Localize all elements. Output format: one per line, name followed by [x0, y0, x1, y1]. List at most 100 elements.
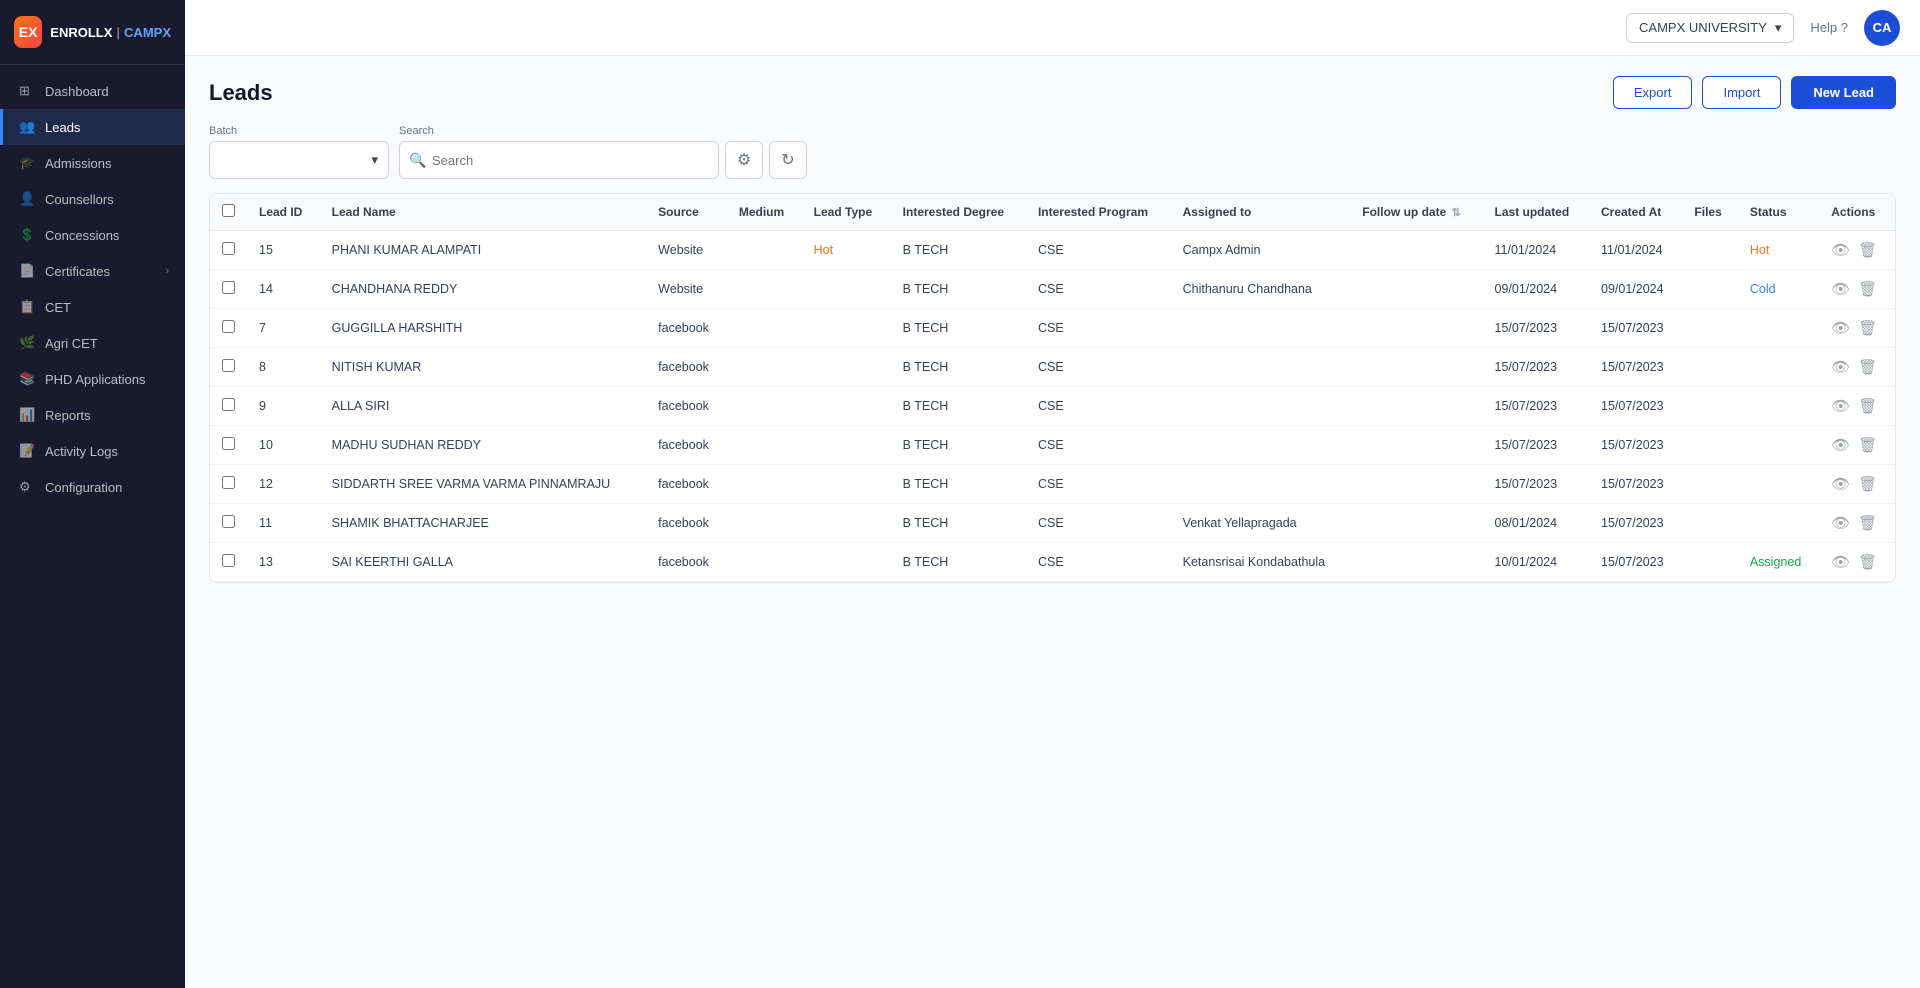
sidebar-item-phd-applications[interactable]: 📚 PHD Applications	[0, 361, 185, 397]
view-icon[interactable]: 👁	[1831, 358, 1850, 376]
action-buttons: 👁 🗑	[1831, 436, 1883, 454]
cell-actions: 👁 🗑	[1819, 504, 1895, 543]
table-row: 13 SAI KEERTHI GALLA facebook B TECH CSE…	[210, 543, 1895, 582]
sidebar-item-agri-cet[interactable]: 🌿 Agri CET	[0, 325, 185, 361]
leads-icon: 👥	[19, 119, 35, 135]
cell-lead-name: SAI KEERTHI GALLA	[320, 543, 647, 582]
search-input[interactable]	[399, 141, 719, 179]
delete-icon[interactable]: 🗑	[1858, 241, 1877, 259]
brand-name: ENROLLX	[50, 25, 112, 40]
page-title: Leads	[209, 80, 273, 106]
cell-actions: 👁 🗑	[1819, 387, 1895, 426]
delete-icon[interactable]: 🗑	[1858, 553, 1877, 571]
cell-assigned-to	[1171, 426, 1351, 465]
row-checkbox[interactable]	[222, 320, 235, 333]
sidebar-item-configuration[interactable]: ⚙ Configuration	[0, 469, 185, 505]
row-checkbox[interactable]	[222, 359, 235, 372]
dashboard-icon: ⊞	[19, 83, 35, 99]
delete-icon[interactable]: 🗑	[1858, 358, 1877, 376]
col-follow-up-date[interactable]: Follow up date ⇅	[1350, 194, 1482, 231]
col-lead-id: Lead ID	[247, 194, 320, 231]
view-icon[interactable]: 👁	[1831, 514, 1850, 532]
sidebar-item-cet[interactable]: 📋 CET	[0, 289, 185, 325]
view-icon[interactable]: 👁	[1831, 397, 1850, 415]
delete-icon[interactable]: 🗑	[1858, 436, 1877, 454]
row-checkbox[interactable]	[222, 398, 235, 411]
filter-button[interactable]: ⚙	[725, 141, 763, 179]
sort-button[interactable]: ↻	[769, 141, 807, 179]
cell-assigned-to: Venkat Yellapragada	[1171, 504, 1351, 543]
avatar[interactable]: CA	[1864, 10, 1900, 46]
row-checkbox[interactable]	[222, 476, 235, 489]
row-checkbox[interactable]	[222, 437, 235, 450]
cell-degree: B TECH	[891, 309, 1026, 348]
phd-icon: 📚	[19, 371, 35, 387]
delete-icon[interactable]: 🗑	[1858, 397, 1877, 415]
view-icon[interactable]: 👁	[1831, 475, 1850, 493]
cell-program: CSE	[1026, 270, 1171, 309]
action-buttons: 👁 🗑	[1831, 475, 1883, 493]
university-chevron: ▾	[1775, 20, 1782, 36]
cell-assigned-to	[1171, 387, 1351, 426]
delete-icon[interactable]: 🗑	[1858, 319, 1877, 337]
agri-cet-icon: 🌿	[19, 335, 35, 351]
select-all-checkbox[interactable]	[222, 204, 235, 217]
row-checkbox-cell	[210, 387, 247, 426]
delete-icon[interactable]: 🗑	[1858, 514, 1877, 532]
cell-lead-id: 9	[247, 387, 320, 426]
cell-lead-type	[802, 426, 891, 465]
row-checkbox-cell	[210, 426, 247, 465]
sidebar-item-dashboard[interactable]: ⊞ Dashboard	[0, 73, 185, 109]
cell-program: CSE	[1026, 231, 1171, 270]
filter-icon: ⚙	[737, 150, 751, 170]
import-button[interactable]: Import	[1702, 76, 1781, 109]
col-status: Status	[1738, 194, 1819, 231]
cell-files	[1682, 348, 1737, 387]
view-icon[interactable]: 👁	[1831, 553, 1850, 571]
view-icon[interactable]: 👁	[1831, 280, 1850, 298]
cell-lead-name: NITISH KUMAR	[320, 348, 647, 387]
row-checkbox[interactable]	[222, 515, 235, 528]
col-actions: Actions	[1819, 194, 1895, 231]
cell-lead-id: 15	[247, 231, 320, 270]
sidebar-label-counsellors: Counsellors	[45, 192, 114, 207]
col-medium: Medium	[727, 194, 802, 231]
sidebar-item-admissions[interactable]: 🎓 Admissions	[0, 145, 185, 181]
reports-icon: 📊	[19, 407, 35, 423]
view-icon[interactable]: 👁	[1831, 319, 1850, 337]
cell-lead-id: 11	[247, 504, 320, 543]
cell-files	[1682, 309, 1737, 348]
cell-last-updated: 08/01/2024	[1483, 504, 1589, 543]
new-lead-button[interactable]: New Lead	[1791, 76, 1896, 109]
delete-icon[interactable]: 🗑	[1858, 280, 1877, 298]
export-button[interactable]: Export	[1613, 76, 1693, 109]
delete-icon[interactable]: 🗑	[1858, 475, 1877, 493]
cell-lead-name: MADHU SUDHAN REDDY	[320, 426, 647, 465]
sidebar-item-certificates[interactable]: 📄 Certificates ›	[0, 253, 185, 289]
help-link[interactable]: Help ?	[1810, 20, 1848, 35]
cell-status	[1738, 465, 1819, 504]
batch-label: Batch	[209, 125, 389, 137]
row-checkbox[interactable]	[222, 242, 235, 255]
sidebar-item-leads[interactable]: 👥 Leads	[0, 109, 185, 145]
university-selector[interactable]: CAMPX UNIVERSITY ▾	[1626, 13, 1794, 43]
cell-lead-type	[802, 543, 891, 582]
sort-icon: ↻	[781, 150, 794, 170]
cell-lead-id: 14	[247, 270, 320, 309]
sidebar-item-concessions[interactable]: 💲 Concessions	[0, 217, 185, 253]
batch-select[interactable]: ▾	[209, 141, 389, 179]
view-icon[interactable]: 👁	[1831, 241, 1850, 259]
sidebar-label-phd: PHD Applications	[45, 372, 145, 387]
select-all-cell	[210, 194, 247, 231]
sidebar-item-activity-logs[interactable]: 📝 Activity Logs	[0, 433, 185, 469]
row-checkbox[interactable]	[222, 281, 235, 294]
cell-lead-name: SHAMIK BHATTACHARJEE	[320, 504, 647, 543]
sidebar-label-dashboard: Dashboard	[45, 84, 109, 99]
view-icon[interactable]: 👁	[1831, 436, 1850, 454]
row-checkbox-cell	[210, 543, 247, 582]
sidebar-item-reports[interactable]: 📊 Reports	[0, 397, 185, 433]
cell-files	[1682, 270, 1737, 309]
sidebar-item-counsellors[interactable]: 👤 Counsellors	[0, 181, 185, 217]
col-last-updated: Last updated	[1483, 194, 1589, 231]
row-checkbox[interactable]	[222, 554, 235, 567]
